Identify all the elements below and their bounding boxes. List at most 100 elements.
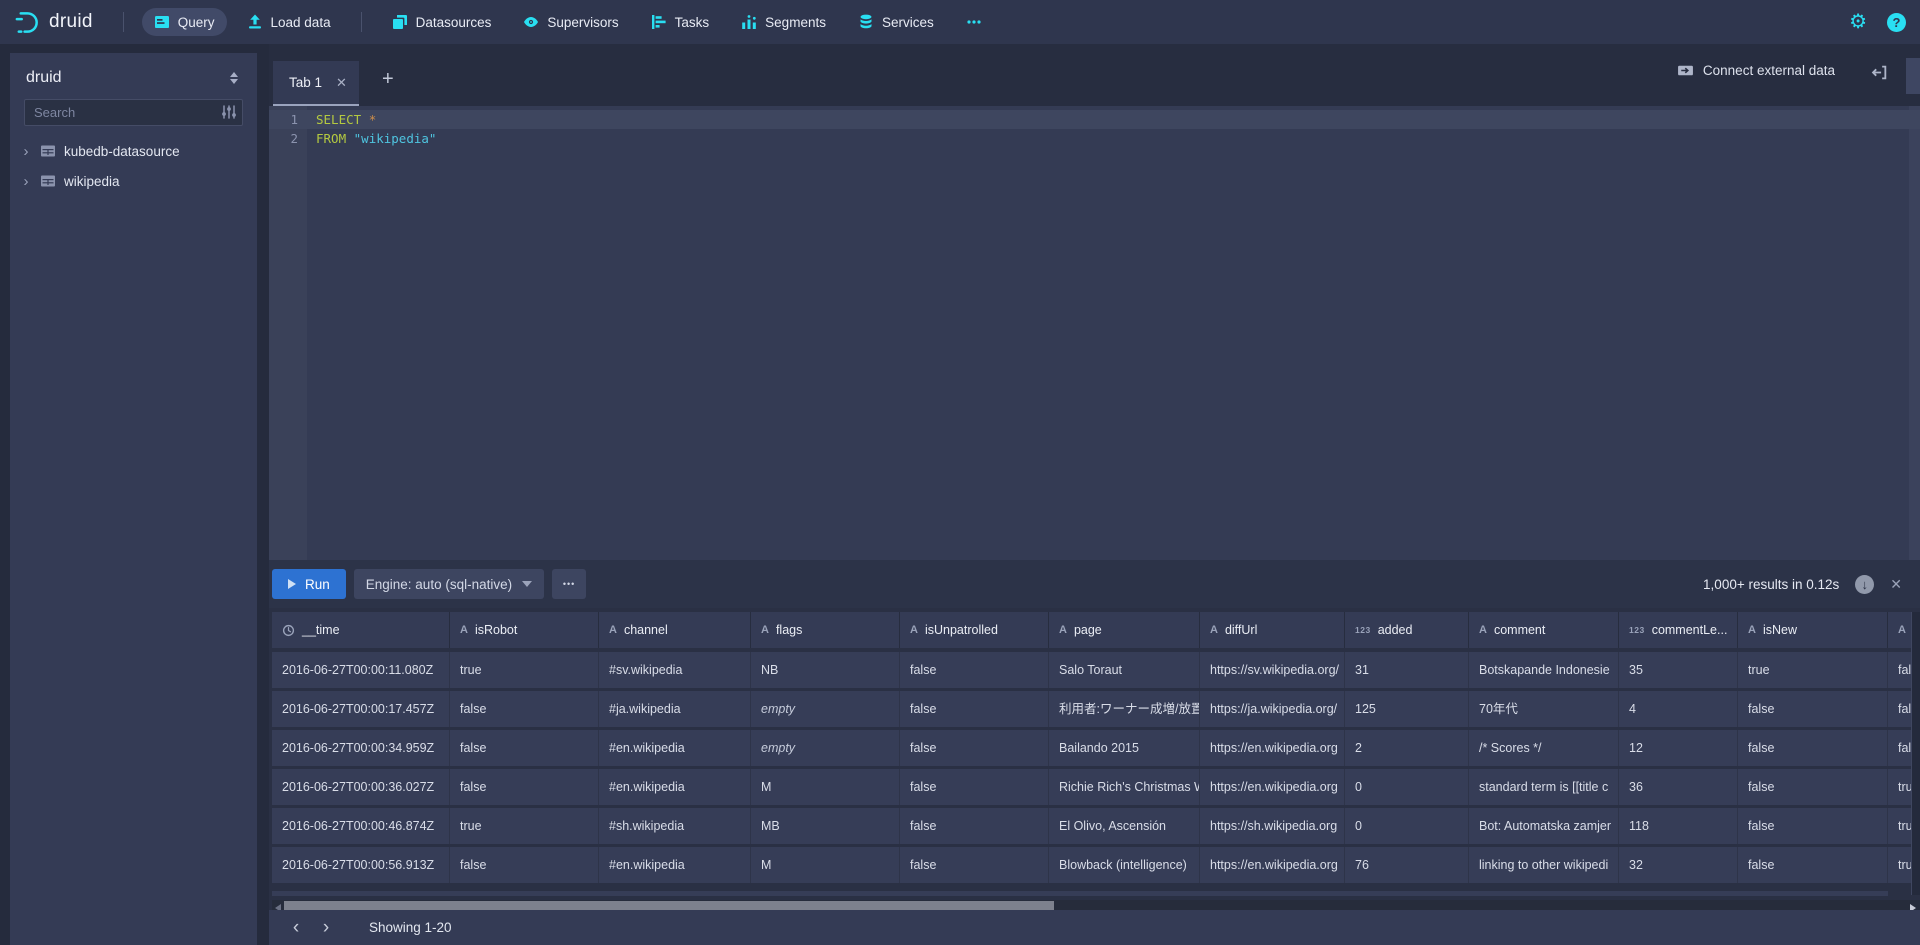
cell-diffurl[interactable]: https://en.wikipedia.org [1200,847,1345,883]
cell-isnew[interactable]: false [1738,769,1888,805]
settings-gear-icon[interactable] [1849,12,1867,32]
cell-commentle-[interactable]: 35 [1619,652,1738,688]
next-page-button[interactable] [313,915,339,941]
column-header-flags[interactable]: Aflags [751,612,900,648]
cell-added[interactable]: 76 [1345,847,1469,883]
datasource-item-kubedb-datasource[interactable]: kubedb-datasource [10,136,257,166]
cell--time[interactable]: 2016-06-27T00:00:34.959Z [272,730,450,766]
column-header-comment[interactable]: Acomment [1469,612,1619,648]
cell-page[interactable]: El Olivo, Ascensión [1049,808,1200,844]
cell-channel[interactable]: #sv.wikipedia [599,652,751,688]
chevron-right-icon[interactable] [20,143,32,160]
connect-external-data-button[interactable]: Connect external data [1677,62,1835,79]
cell-flags[interactable]: empty [751,691,900,727]
cell-isrobot[interactable]: false [450,769,599,805]
cell-isrobot[interactable]: false [450,847,599,883]
druid-logo[interactable]: druid [14,9,93,36]
column-header--time[interactable]: __time [272,612,450,648]
results-vertical-scrollbar[interactable] [1911,612,1920,895]
cell-isunpatrolled[interactable]: false [900,691,1049,727]
cell-channel[interactable]: #en.wikipedia [599,769,751,805]
column-header-added[interactable]: 123added [1345,612,1469,648]
nav-item-query[interactable]: Query [142,8,227,36]
cell-added[interactable]: 31 [1345,652,1469,688]
column-header-commentle-[interactable]: 123commentLe... [1619,612,1738,648]
cell-added[interactable]: 125 [1345,691,1469,727]
nav-item-tasks[interactable]: Tasks [639,8,722,36]
cell--time[interactable]: 2016-06-27T00:00:17.457Z [272,691,450,727]
cell-isunpatrolled[interactable]: false [900,730,1049,766]
cell-isnew[interactable]: false [1738,691,1888,727]
new-tab-button[interactable] [374,68,402,91]
cell-channel[interactable]: #en.wikipedia [599,847,751,883]
cell-diffurl[interactable]: https://sv.wikipedia.org/ [1200,652,1345,688]
engine-select-button[interactable]: Engine: auto (sql-native) [354,569,544,599]
help-icon[interactable] [1887,13,1906,32]
cell-flags[interactable]: M [751,769,900,805]
cell-isnew[interactable]: true [1738,652,1888,688]
cell-comment[interactable]: 70年代 [1469,691,1619,727]
cell-commentle-[interactable]: 4 [1619,691,1738,727]
cell-page[interactable]: 利用者:ワーナー成増/放置 [1049,691,1200,727]
cell-flags[interactable]: MB [751,808,900,844]
cell-comment[interactable]: Botskapande Indonesie [1469,652,1619,688]
cell-page[interactable]: Bailando 2015 [1049,730,1200,766]
cell-flags[interactable]: M [751,847,900,883]
cell-comment[interactable]: Bot: Automatska zamjer [1469,808,1619,844]
cell-diffurl[interactable]: https://sh.wikipedia.org [1200,808,1345,844]
download-results-icon[interactable] [1855,575,1874,594]
cell-commentle-[interactable]: 118 [1619,808,1738,844]
chevron-right-icon[interactable] [20,173,32,190]
query-more-button[interactable] [552,569,586,599]
nav-item-supervisors[interactable]: Supervisors [511,8,630,36]
cell-isunpatrolled[interactable]: false [900,847,1049,883]
cell-commentle-[interactable]: 12 [1619,730,1738,766]
cell-isrobot[interactable]: false [450,691,599,727]
cell-comment[interactable]: standard term is [[title c [1469,769,1619,805]
datasource-item-wikipedia[interactable]: wikipedia [10,166,257,196]
cell-diffurl[interactable]: https://en.wikipedia.org [1200,769,1345,805]
search-input[interactable] [24,99,243,126]
nav-item-services[interactable]: Services [846,8,946,36]
nav-item-segments[interactable]: Segments [729,8,838,36]
column-header-isunpatrolled[interactable]: AisUnpatrolled [900,612,1049,648]
cell-isrobot[interactable]: true [450,652,599,688]
run-button[interactable]: Run [272,569,346,599]
cell-comment[interactable]: /* Scores */ [1469,730,1619,766]
column-header-channel[interactable]: Achannel [599,612,751,648]
sort-icon[interactable] [227,69,241,87]
cell-added[interactable]: 2 [1345,730,1469,766]
cell-isunpatrolled[interactable]: false [900,808,1049,844]
tab-1[interactable]: Tab 1 [273,61,359,106]
cell--time[interactable]: 2016-06-27T00:00:46.874Z [272,808,450,844]
column-header-diffurl[interactable]: AdiffUrl [1200,612,1345,648]
cell-channel[interactable]: #ja.wikipedia [599,691,751,727]
cell--time[interactable]: 2016-06-27T00:00:56.913Z [272,847,450,883]
cell-page[interactable]: Blowback (intelligence) [1049,847,1200,883]
cell-commentle-[interactable]: 36 [1619,769,1738,805]
cell-isnew[interactable]: false [1738,730,1888,766]
cell-isunpatrolled[interactable]: false [900,769,1049,805]
cell-diffurl[interactable]: https://en.wikipedia.org [1200,730,1345,766]
column-header-isrobot[interactable]: AisRobot [450,612,599,648]
cell-added[interactable]: 0 [1345,769,1469,805]
tab-close-icon[interactable] [334,73,349,93]
cell-channel[interactable]: #en.wikipedia [599,730,751,766]
cell-added[interactable]: 0 [1345,808,1469,844]
cell-page[interactable]: Richie Rich's Christmas W [1049,769,1200,805]
nav-item-load-data[interactable]: Load data [235,8,343,36]
cell-commentle-[interactable]: 32 [1619,847,1738,883]
cell-page[interactable]: Salo Toraut [1049,652,1200,688]
cell--time[interactable]: 2016-06-27T00:00:11.080Z [272,652,450,688]
editor-scrollbar[interactable] [1909,106,1920,560]
cell-isunpatrolled[interactable]: false [900,652,1049,688]
close-results-icon[interactable] [1890,576,1902,593]
previous-page-button[interactable] [283,915,309,941]
cell-channel[interactable]: #sh.wikipedia [599,808,751,844]
cell-isrobot[interactable]: true [450,808,599,844]
collapse-panel-icon[interactable] [1871,64,1888,86]
column-header-isnew[interactable]: AisNew [1738,612,1888,648]
cell--time[interactable]: 2016-06-27T00:00:36.027Z [272,769,450,805]
nav-item-more[interactable] [954,8,994,36]
cell-flags[interactable]: empty [751,730,900,766]
